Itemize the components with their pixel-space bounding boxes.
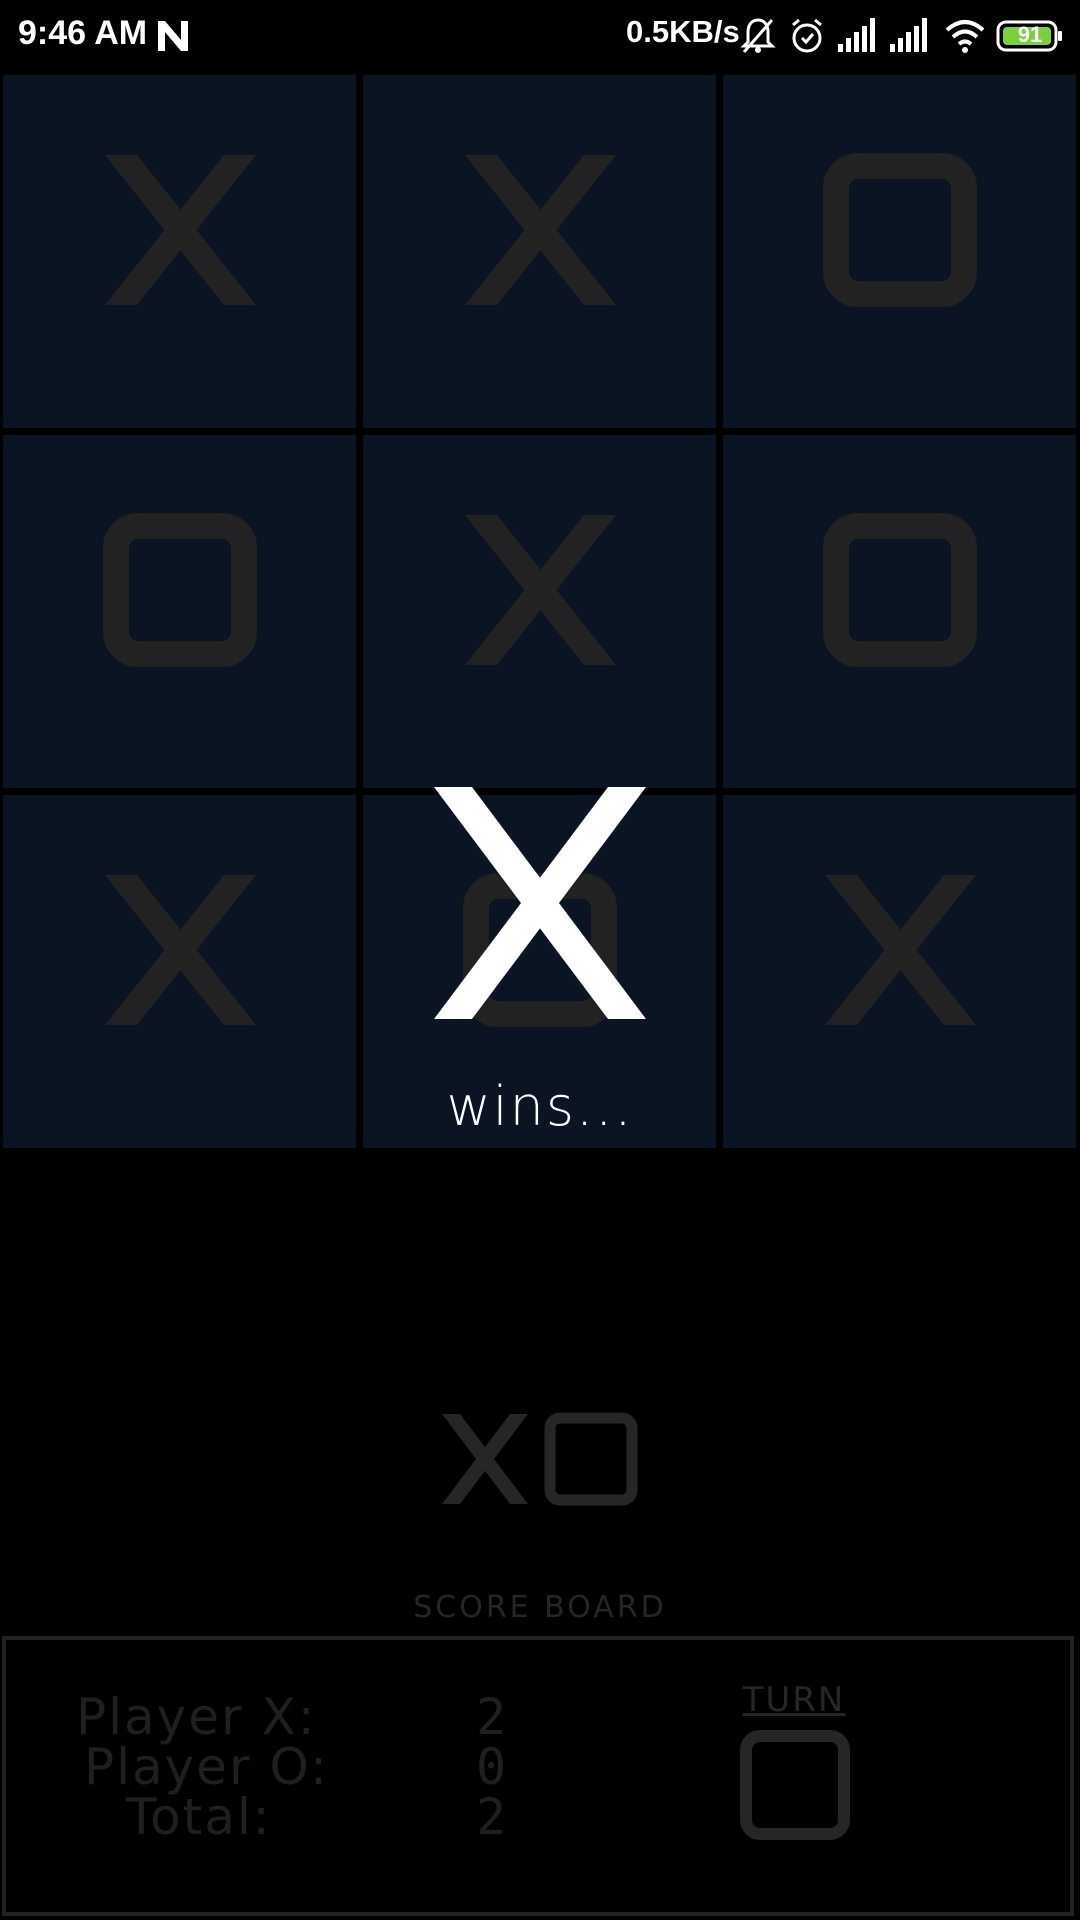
x-mark (465, 515, 616, 665)
mute-icon (740, 18, 776, 53)
x-mark (465, 155, 616, 305)
x-mark (105, 155, 256, 305)
scoreboard-title: SCORE BOARD (413, 1590, 667, 1625)
winner-mark (434, 787, 646, 1019)
o-mark (103, 513, 257, 667)
board-cell[interactable] (723, 75, 1076, 428)
alarm-icon (792, 18, 822, 53)
signal-icon (890, 18, 927, 52)
board-cell[interactable] (363, 75, 716, 428)
scoreboard: Player X: 2 Player O: 0 Total: 2 TURN (2, 1636, 1074, 1916)
board-cell[interactable] (723, 435, 1076, 788)
win-message: wins... (446, 1075, 634, 1138)
board-cell[interactable] (3, 435, 356, 788)
board-cell[interactable] (3, 75, 356, 428)
board-cell[interactable] (363, 435, 716, 788)
o-mark (823, 513, 977, 667)
game-screen: 9:46 AM 0.5KB/s 91 wins... SCORE BOARD P… (0, 0, 1080, 1920)
wifi-icon (945, 20, 985, 53)
turn-label: TURN (742, 1680, 846, 1720)
xo-logo (442, 1412, 638, 1506)
total-score: 2 (476, 1788, 507, 1846)
network-speed: 0.5KB/s (626, 14, 740, 49)
battery-level: 91 (1017, 22, 1043, 47)
status-time: 9:46 AM (18, 14, 148, 52)
total-label: Total: (126, 1788, 272, 1846)
o-mark (823, 153, 977, 307)
signal-icon (838, 18, 875, 52)
n-icon (158, 21, 188, 51)
status-bar: 9:46 AM 0.5KB/s 91 (0, 0, 1080, 72)
turn-o-mark (740, 1730, 850, 1840)
